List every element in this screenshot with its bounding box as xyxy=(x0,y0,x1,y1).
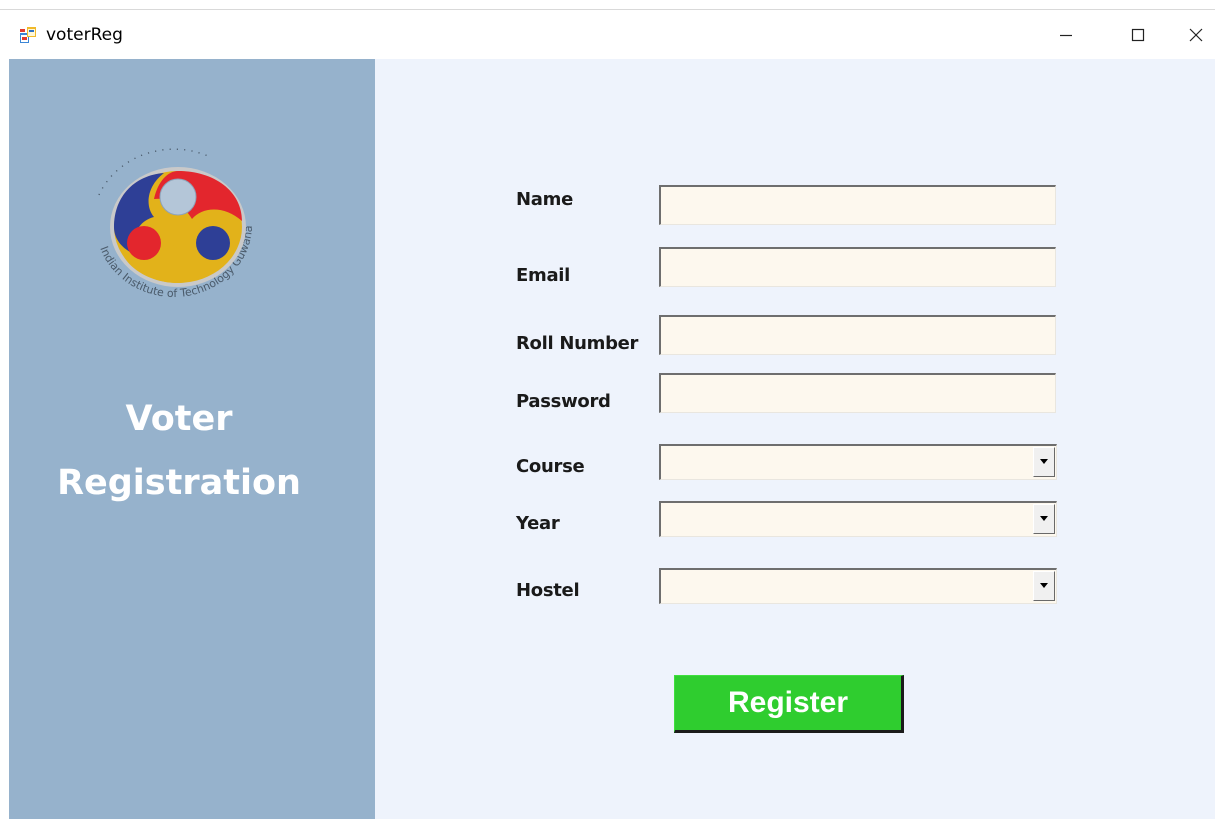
app-window: voterReg Indian Institute of Technology … xyxy=(0,0,1215,819)
sidebar-title-line1: Voter xyxy=(125,399,233,439)
roll-number-input[interactable] xyxy=(659,315,1056,355)
minimize-icon xyxy=(1060,34,1072,37)
iit-guwahati-logo: Indian Institute of Technology Guwahati … xyxy=(74,145,255,300)
password-label: Password xyxy=(516,391,611,412)
email-label: Email xyxy=(516,265,571,286)
chevron-down-icon xyxy=(1040,516,1048,521)
registration-form: Name Email Roll Number Password Course Y… xyxy=(375,59,1215,819)
close-icon xyxy=(1189,28,1203,42)
year-dropdown[interactable] xyxy=(659,501,1057,537)
sidebar-title: Voter Registration xyxy=(9,387,349,515)
hostel-dropdown-button[interactable] xyxy=(1033,571,1055,601)
chevron-down-icon xyxy=(1040,583,1048,588)
maximize-icon xyxy=(1131,28,1145,42)
email-input[interactable] xyxy=(659,247,1056,287)
year-dropdown-button[interactable] xyxy=(1033,504,1055,534)
password-input[interactable] xyxy=(659,373,1056,413)
maximize-button[interactable] xyxy=(1115,20,1161,50)
hostel-label: Hostel xyxy=(516,580,580,601)
title-bar[interactable]: voterReg xyxy=(0,10,1215,59)
minimize-button[interactable] xyxy=(1043,20,1089,50)
close-button[interactable] xyxy=(1188,20,1215,50)
name-label: Name xyxy=(516,189,573,210)
name-input[interactable] xyxy=(659,185,1056,225)
chevron-down-icon xyxy=(1040,459,1048,464)
roll-number-label: Roll Number xyxy=(516,333,639,354)
course-dropdown[interactable] xyxy=(659,444,1057,480)
course-label: Course xyxy=(516,456,585,477)
register-button[interactable]: Register xyxy=(674,675,904,733)
app-icon xyxy=(20,27,36,43)
year-label: Year xyxy=(516,513,560,534)
window-title: voterReg xyxy=(46,25,123,45)
course-dropdown-button[interactable] xyxy=(1033,447,1055,477)
sidebar-panel: Indian Institute of Technology Guwahati … xyxy=(9,59,375,819)
hostel-dropdown[interactable] xyxy=(659,568,1057,604)
sidebar-title-line2: Registration xyxy=(57,463,301,503)
